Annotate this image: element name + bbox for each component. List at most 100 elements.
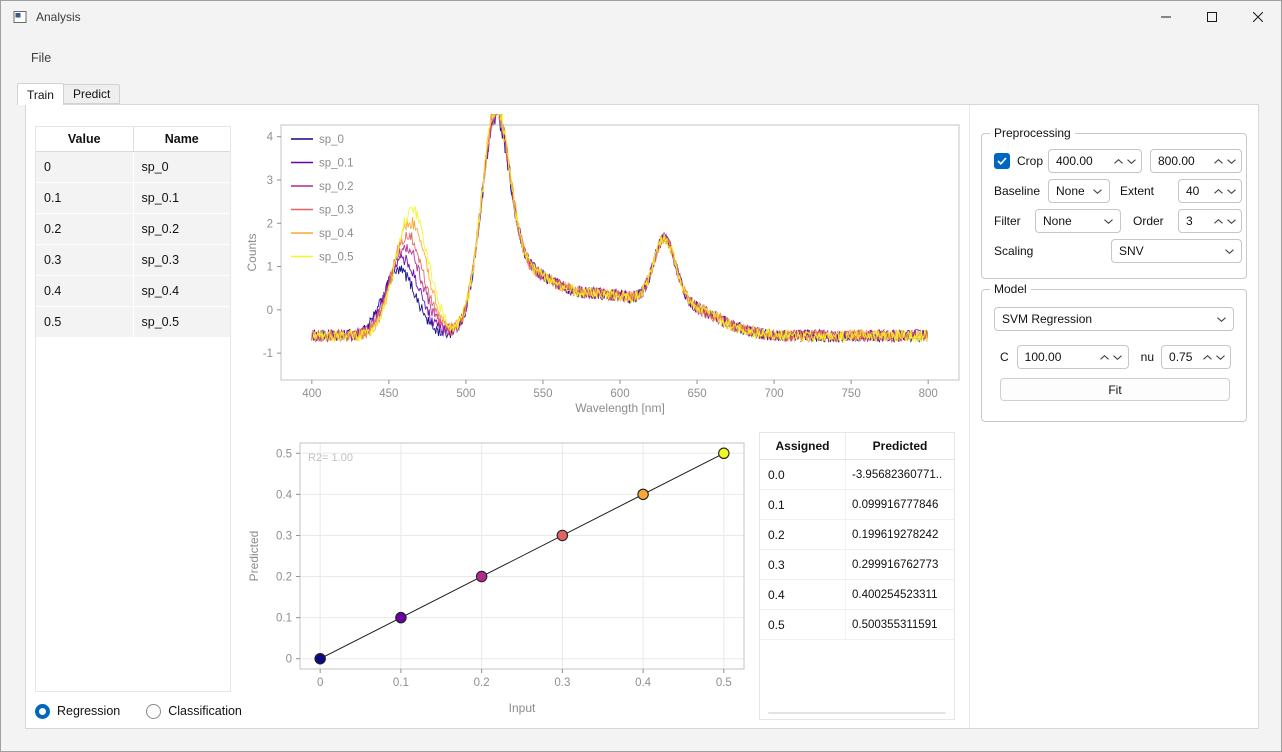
svg-text:sp_0.2: sp_0.2 (319, 181, 354, 193)
crop-label: Crop (1017, 154, 1043, 168)
window-title: Analysis (36, 10, 81, 24)
assigned-cell[interactable]: 0.1 (760, 490, 846, 519)
table-row[interactable]: 0.3sp_0.3 (36, 245, 230, 275)
results-col-assigned[interactable]: Assigned (760, 433, 846, 459)
sample-name-cell[interactable]: sp_0.5 (134, 307, 231, 337)
assigned-cell[interactable]: 0.4 (760, 580, 846, 609)
table-row[interactable]: 0.20.199619278242 (760, 520, 954, 550)
spin-up-icon[interactable] (1202, 349, 1212, 365)
titlebar: Analysis (1, 1, 1281, 33)
model-type-combobox[interactable]: SVM Regression (994, 307, 1234, 331)
table-row[interactable]: 0.0-3.95682360771.. (760, 460, 954, 490)
predicted-cell[interactable]: 0.400254523311 (846, 580, 954, 609)
radio-classification[interactable]: Classification (146, 704, 242, 719)
crop-min-spinbox[interactable]: 400.00 (1048, 149, 1142, 173)
table-row[interactable]: 0.50.500355311591 (760, 610, 954, 640)
crop-checkbox[interactable] (994, 153, 1010, 169)
tab-train[interactable]: Train (17, 83, 64, 105)
svg-text:Wavelength [nm]: Wavelength [nm] (575, 401, 665, 415)
tab-predict[interactable]: Predict (63, 84, 120, 104)
assigned-cell[interactable]: 0.0 (760, 460, 846, 489)
sample-value-cell[interactable]: 0.3 (36, 245, 133, 275)
predicted-cell[interactable]: 0.299916762773 (846, 550, 954, 579)
sample-value-cell[interactable]: 0.2 (36, 214, 133, 244)
table-row[interactable]: 0.2sp_0.2 (36, 214, 230, 244)
results-col-predicted[interactable]: Predicted (846, 433, 954, 459)
spin-down-icon[interactable] (1226, 153, 1236, 169)
sample-name-cell[interactable]: sp_0.3 (134, 245, 231, 275)
baseline-value: None (1049, 184, 1092, 198)
chevron-down-icon (1224, 243, 1234, 259)
spin-up-icon[interactable] (1213, 153, 1223, 169)
assigned-cell[interactable]: 0.5 (760, 610, 846, 639)
nu-spinbox[interactable]: 0.75 (1161, 345, 1231, 369)
sample-name-cell[interactable]: sp_0.2 (134, 214, 231, 244)
minimize-button[interactable] (1143, 1, 1189, 33)
spin-down-icon[interactable] (1226, 183, 1236, 199)
sample-value-cell[interactable]: 0.1 (36, 183, 133, 213)
table-row[interactable]: 0.30.299916762773 (760, 550, 954, 580)
prediction-plot[interactable]: 00.10.20.30.40.500.10.20.30.40.5R2= 1.00… (245, 430, 750, 720)
scaling-combobox[interactable]: SNV (1111, 239, 1242, 263)
samples-col-name[interactable]: Name (133, 127, 231, 151)
order-label: Order (1133, 214, 1164, 228)
baseline-label: Baseline (994, 184, 1042, 198)
spin-up-icon[interactable] (1213, 183, 1223, 199)
sample-name-cell[interactable]: sp_0.4 (134, 276, 231, 306)
sample-name-cell[interactable]: sp_0.1 (134, 183, 231, 213)
crop-max-value: 800.00 (1151, 154, 1213, 168)
spin-up-icon[interactable] (1213, 213, 1223, 229)
table-row[interactable]: 0sp_0 (36, 152, 230, 182)
extent-spinbox[interactable]: 40 (1178, 179, 1242, 203)
predicted-cell[interactable]: 0.199619278242 (846, 520, 954, 549)
predicted-cell[interactable]: 0.500355311591 (846, 610, 954, 639)
spin-down-icon[interactable] (1126, 153, 1136, 169)
model-type-value: SVM Regression (995, 312, 1216, 326)
spin-down-icon[interactable] (1226, 213, 1236, 229)
nu-label: nu (1141, 350, 1154, 364)
scaling-row: Scaling SNV (994, 238, 1242, 264)
svg-text:650: 650 (687, 388, 706, 400)
svg-text:0.1: 0.1 (276, 613, 292, 625)
predicted-cell[interactable]: -3.95682360771.. (846, 460, 954, 489)
window-controls (1143, 1, 1281, 33)
preprocessing-group: Preprocessing Crop 400.00 800.00 Baselin… (981, 133, 1247, 279)
menu-file[interactable]: File (23, 47, 59, 69)
spin-up-icon[interactable] (1113, 153, 1123, 169)
assigned-cell[interactable]: 0.3 (760, 550, 846, 579)
table-row[interactable]: 0.40.400254523311 (760, 580, 954, 610)
samples-col-value[interactable]: Value (36, 127, 133, 151)
table-row[interactable]: 0.10.099916777846 (760, 490, 954, 520)
svg-text:400: 400 (302, 388, 321, 400)
sample-value-cell[interactable]: 0.5 (36, 307, 133, 337)
sample-name-cell[interactable]: sp_0 (134, 152, 231, 182)
table-row[interactable]: 0.1sp_0.1 (36, 183, 230, 213)
radio-regression[interactable]: Regression (35, 704, 120, 719)
table-row[interactable]: 0.4sp_0.4 (36, 276, 230, 306)
order-spinbox[interactable]: 3 (1178, 209, 1242, 233)
maximize-button[interactable] (1189, 1, 1235, 33)
c-label: C (1000, 350, 1009, 364)
horizontal-scrollbar[interactable] (768, 712, 946, 714)
baseline-combobox[interactable]: None (1048, 179, 1110, 203)
predicted-cell[interactable]: 0.099916777846 (846, 490, 954, 519)
crop-max-spinbox[interactable]: 800.00 (1150, 149, 1242, 173)
model-type-row: SVM Regression (994, 306, 1242, 332)
spin-down-icon[interactable] (1113, 349, 1123, 365)
close-button[interactable] (1235, 1, 1281, 33)
sample-value-cell[interactable]: 0.4 (36, 276, 133, 306)
spin-up-icon[interactable] (1100, 349, 1110, 365)
sample-value-cell[interactable]: 0 (36, 152, 133, 182)
fit-button[interactable]: Fit (1000, 378, 1230, 401)
spectra-plot[interactable]: 400450500550600650700750800-101234Wavele… (245, 114, 965, 420)
filter-combobox[interactable]: None (1035, 209, 1121, 233)
svg-text:0.5: 0.5 (276, 448, 292, 460)
table-row[interactable]: 0.5sp_0.5 (36, 307, 230, 337)
svg-text:sp_0.4: sp_0.4 (319, 228, 354, 240)
assigned-cell[interactable]: 0.2 (760, 520, 846, 549)
spin-down-icon[interactable] (1215, 349, 1225, 365)
c-spinbox[interactable]: 100.00 (1017, 345, 1129, 369)
filter-row: Filter None Order 3 (994, 208, 1242, 234)
svg-text:4: 4 (267, 132, 274, 144)
results-table: Assigned Predicted 0.0-3.95682360771..0.… (759, 432, 955, 720)
